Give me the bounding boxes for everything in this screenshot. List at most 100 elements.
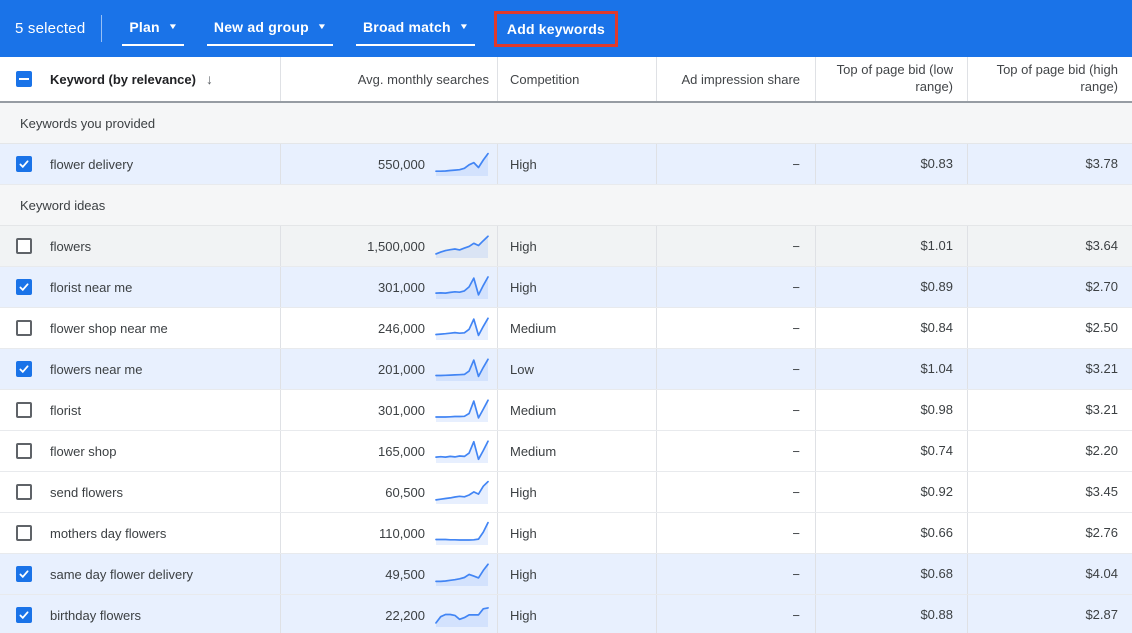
keyword-text: flowers near me: [48, 362, 142, 377]
trend-sparkline: [435, 479, 489, 505]
sort-descending-icon: ↓: [206, 71, 213, 87]
plan-dropdown-label: Plan: [129, 19, 159, 35]
keyword-table-row[interactable]: birthday flowers22,200High−$0.88$2.87: [0, 595, 1132, 633]
keyword-table-row[interactable]: flower shop165,000Medium−$0.74$2.20: [0, 431, 1132, 472]
bid-high-value: $2.50: [1085, 320, 1118, 337]
ad-impression-share-value: −: [792, 567, 800, 582]
trend-sparkline: [435, 274, 489, 300]
column-header-bid-high[interactable]: Top of page bid (high range): [967, 57, 1132, 101]
bid-low-value: $1.04: [920, 361, 953, 378]
bid-low-value: $0.68: [920, 566, 953, 583]
checkbox-cell: [0, 513, 48, 553]
bid-high-cell: $2.87: [967, 595, 1132, 633]
keyword-table-row[interactable]: flower shop near me246,000Medium−$0.84$2…: [0, 308, 1132, 349]
bid-high-value: $3.45: [1085, 484, 1118, 501]
row-checkbox[interactable]: [16, 402, 32, 418]
toolbar-divider: [101, 15, 102, 42]
row-checkbox[interactable]: [16, 320, 32, 336]
broad-match-dropdown-button[interactable]: Broad match ▼: [356, 12, 475, 46]
column-header-searches[interactable]: Avg. monthly searches: [280, 57, 497, 101]
bid-low-cell: $0.98: [815, 390, 967, 430]
keyword-table-row[interactable]: flowers near me201,000Low−$1.04$3.21: [0, 349, 1132, 390]
column-header-competition[interactable]: Competition: [497, 57, 656, 101]
chevron-down-icon: ▼: [459, 23, 470, 31]
bid-low-value: $0.83: [920, 156, 953, 173]
searches-value: 110,000: [379, 526, 425, 541]
select-all-checkbox[interactable]: [16, 71, 32, 87]
keyword-table-row[interactable]: mothers day flowers110,000High−$0.66$2.7…: [0, 513, 1132, 554]
searches-cell: 550,000: [280, 144, 497, 184]
bid-high-value: $2.87: [1085, 607, 1118, 624]
bid-low-cell: $0.84: [815, 308, 967, 348]
plan-dropdown-button[interactable]: Plan ▼: [122, 12, 184, 46]
keyword-text: florist: [48, 403, 81, 418]
bid-high-cell: $2.76: [967, 513, 1132, 553]
competition-cell: High: [497, 595, 656, 633]
competition-value: High: [510, 526, 537, 541]
section-label: Keyword ideas: [20, 198, 105, 213]
row-checkbox[interactable]: [16, 607, 32, 623]
new-ad-group-dropdown-button[interactable]: New ad group ▼: [207, 12, 333, 46]
bid-high-cell: $3.45: [967, 472, 1132, 512]
keyword-text: send flowers: [48, 485, 123, 500]
row-checkbox[interactable]: [16, 566, 32, 582]
searches-value: 550,000: [378, 157, 425, 172]
competition-cell: Medium: [497, 390, 656, 430]
trend-sparkline: [435, 151, 489, 177]
searches-cell: 201,000: [280, 349, 497, 389]
checkmark-icon: [18, 363, 30, 375]
competition-cell: High: [497, 144, 656, 184]
checkmark-icon: [18, 158, 30, 170]
bid-low-value: $1.01: [920, 238, 953, 255]
table-body: Keywords you providedflower delivery550,…: [0, 103, 1132, 633]
searches-cell: 22,200: [280, 595, 497, 633]
keyword-table-row[interactable]: send flowers60,500High−$0.92$3.45: [0, 472, 1132, 513]
competition-value: Medium: [510, 403, 556, 418]
row-checkbox[interactable]: [16, 361, 32, 377]
ad-impression-share-cell: −: [656, 472, 815, 512]
keyword-text: same day flower delivery: [48, 567, 193, 582]
competition-cell: High: [497, 472, 656, 512]
keyword-cell: florist near me: [48, 267, 280, 307]
ad-impression-share-cell: −: [656, 513, 815, 553]
row-checkbox[interactable]: [16, 443, 32, 459]
chevron-down-icon: ▼: [317, 23, 328, 31]
checkbox-cell: [0, 267, 48, 307]
searches-value: 60,500: [385, 485, 425, 500]
row-checkbox[interactable]: [16, 484, 32, 500]
keyword-table-row[interactable]: same day flower delivery49,500High−$0.68…: [0, 554, 1132, 595]
competition-value: High: [510, 608, 537, 623]
row-checkbox[interactable]: [16, 156, 32, 172]
column-header-bid-low[interactable]: Top of page bid (low range): [815, 57, 967, 101]
row-checkbox[interactable]: [16, 525, 32, 541]
searches-cell: 1,500,000: [280, 226, 497, 266]
keyword-table-row[interactable]: florist near me301,000High−$0.89$2.70: [0, 267, 1132, 308]
searches-cell: 110,000: [280, 513, 497, 553]
bid-high-cell: $2.20: [967, 431, 1132, 471]
competition-cell: Medium: [497, 308, 656, 348]
keyword-cell: flower shop near me: [48, 308, 280, 348]
column-header-keyword-label: Keyword (by relevance): [50, 72, 196, 87]
keyword-text: flower delivery: [48, 157, 133, 172]
row-checkbox[interactable]: [16, 238, 32, 254]
row-checkbox[interactable]: [16, 279, 32, 295]
competition-value: Medium: [510, 321, 556, 336]
bid-high-cell: $3.21: [967, 390, 1132, 430]
bid-high-value: $2.70: [1085, 279, 1118, 296]
ad-impression-share-value: −: [792, 526, 800, 541]
searches-cell: 165,000: [280, 431, 497, 471]
keyword-table-row[interactable]: flower delivery550,000High−$0.83$3.78: [0, 144, 1132, 185]
competition-value: High: [510, 567, 537, 582]
ad-impression-share-cell: −: [656, 226, 815, 266]
keyword-table-row[interactable]: flowers1,500,000High−$1.01$3.64: [0, 226, 1132, 267]
indeterminate-icon: [19, 78, 29, 80]
keyword-table-row[interactable]: florist301,000Medium−$0.98$3.21: [0, 390, 1132, 431]
column-header-ad-impression-share[interactable]: Ad impression share: [656, 57, 815, 101]
bid-high-cell: $3.64: [967, 226, 1132, 266]
selection-action-bar: 5 selected Plan ▼ New ad group ▼ Broad m…: [0, 0, 1132, 57]
keyword-text: florist near me: [48, 280, 132, 295]
keyword-text: flower shop near me: [48, 321, 168, 336]
bid-high-value: $2.76: [1085, 525, 1118, 542]
column-header-keyword[interactable]: Keyword (by relevance) ↓: [48, 57, 280, 101]
add-keywords-button[interactable]: Add keywords: [505, 17, 607, 41]
